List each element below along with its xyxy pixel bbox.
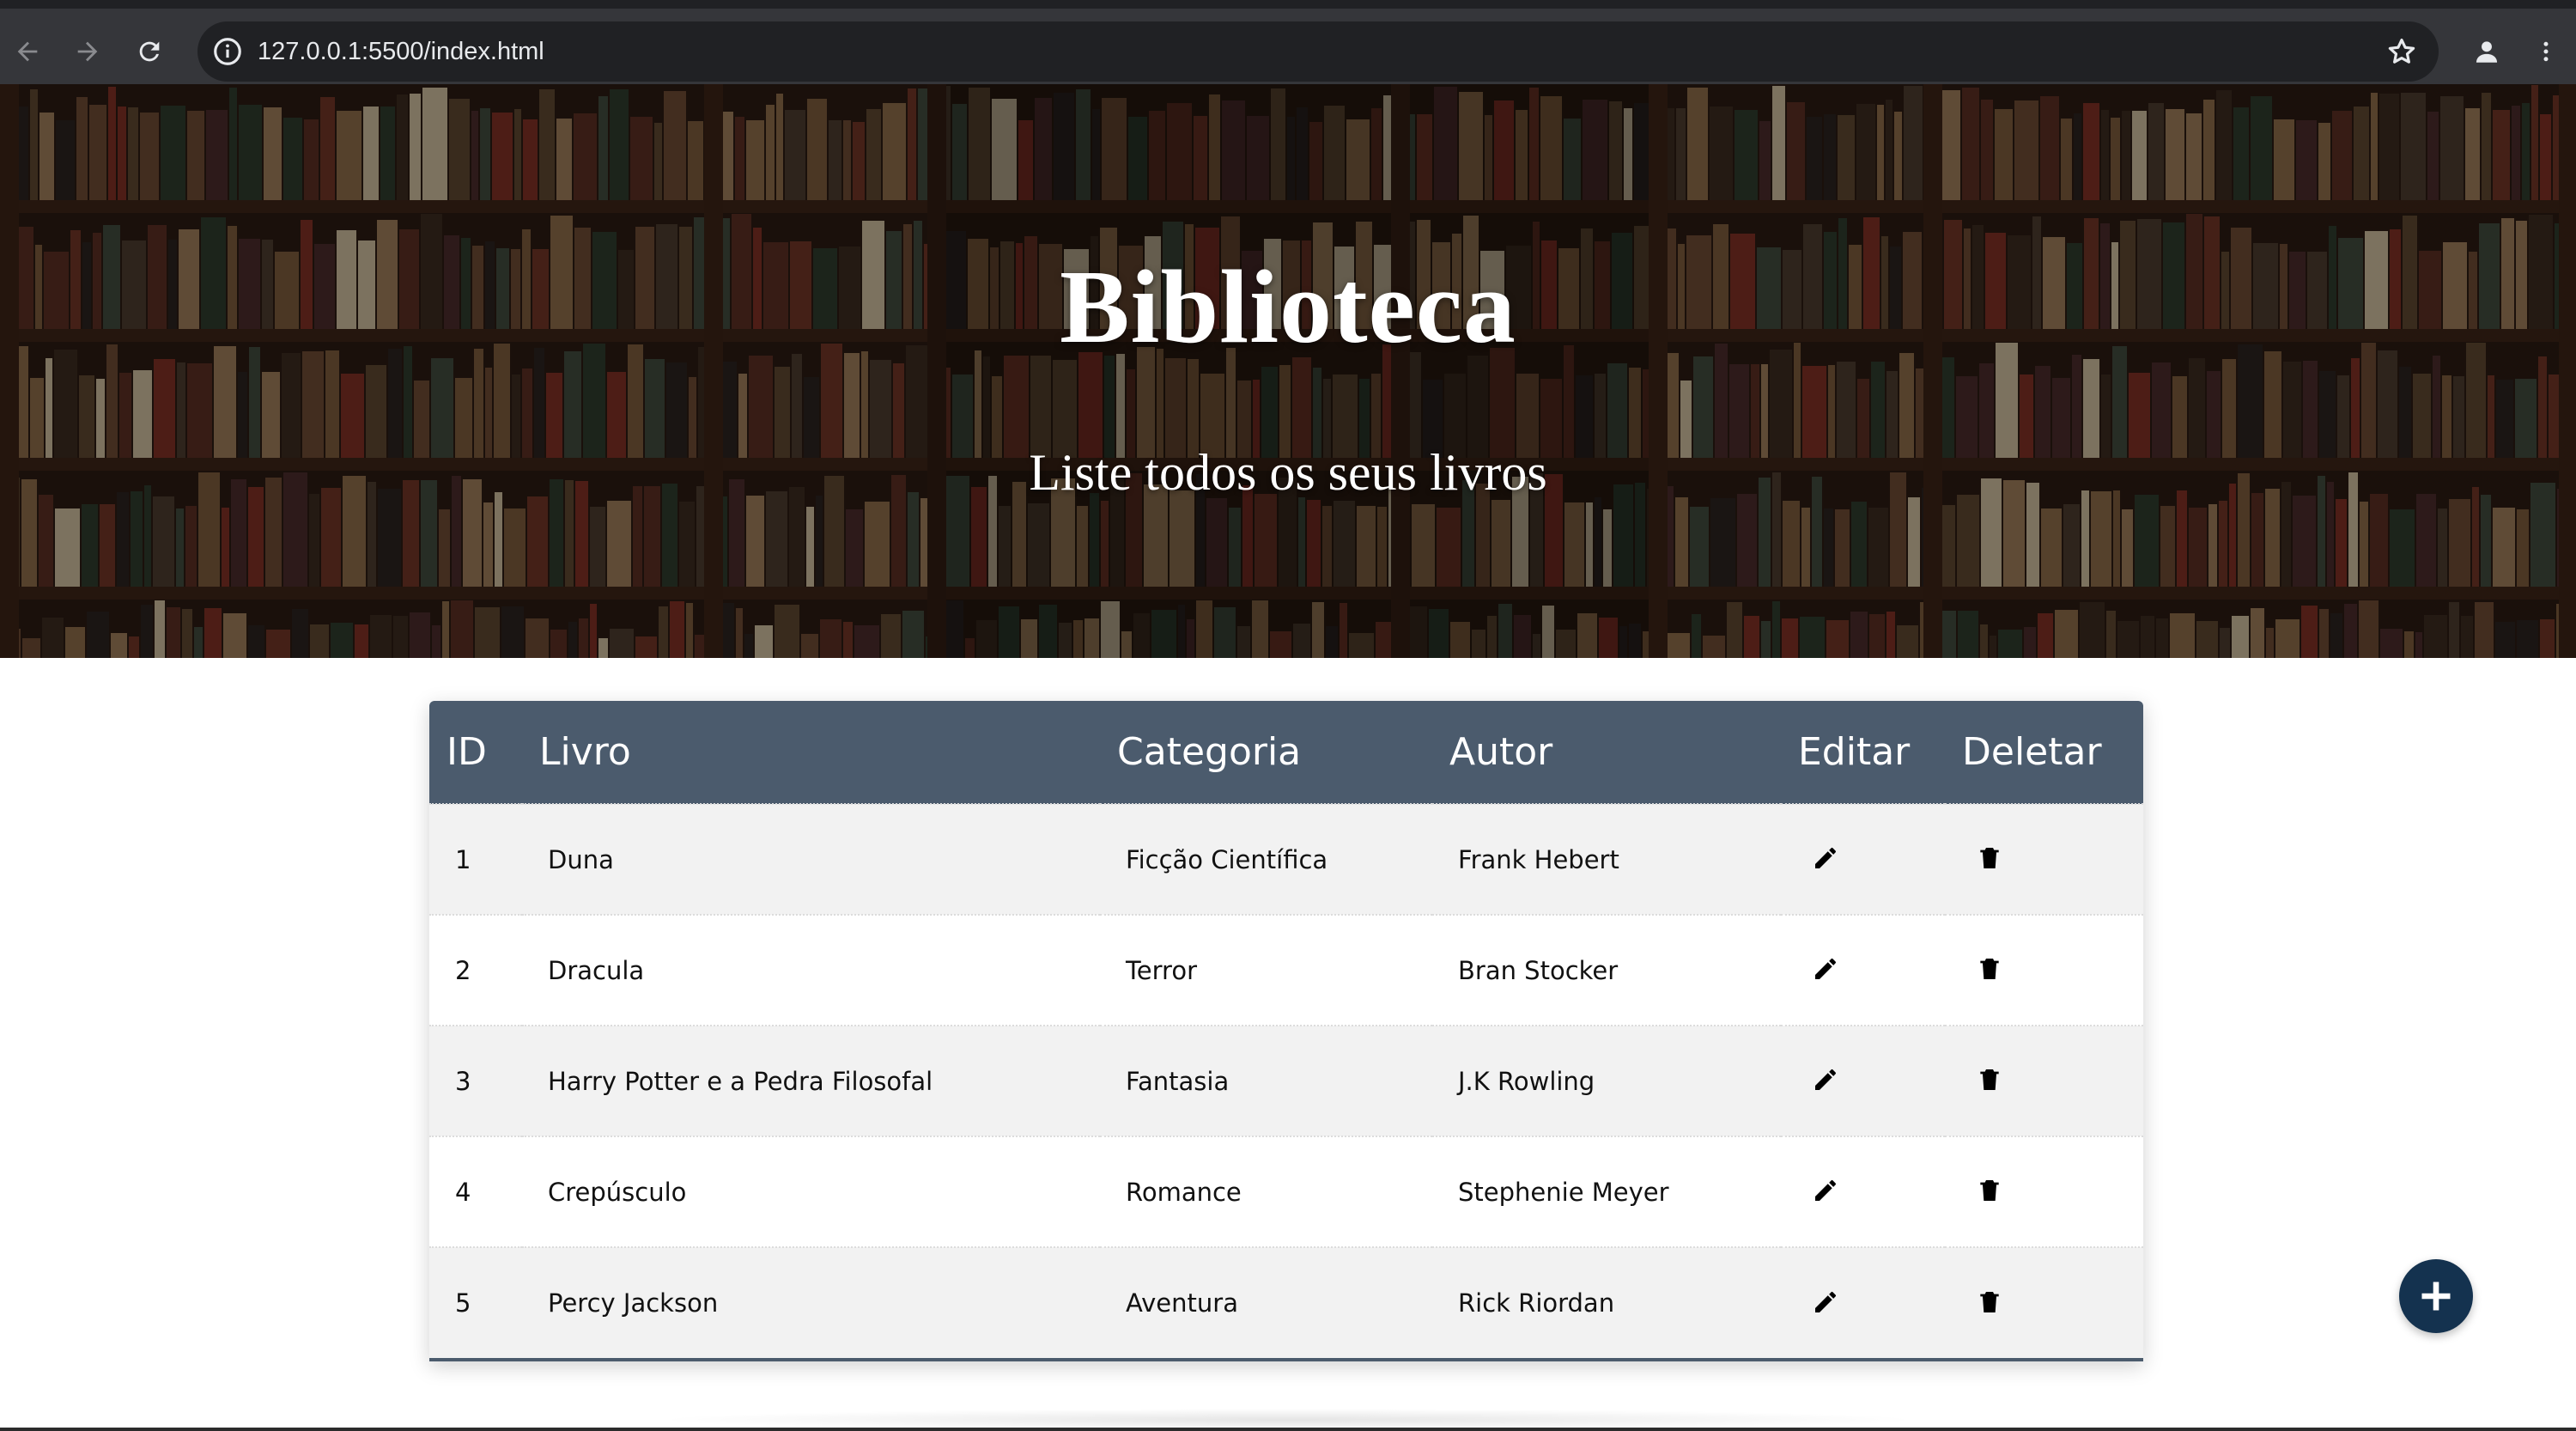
cell-autor: Stephenie Meyer: [1458, 1177, 1669, 1207]
edit-button[interactable]: [1808, 841, 1843, 875]
back-arrow-icon: [17, 41, 38, 62]
cell-autor: J.K Rowling: [1458, 1066, 1595, 1096]
window-bottom-edge: [0, 1428, 2576, 1431]
table-row: 1 Duna Ficção Científica Frank Hebert: [429, 804, 2143, 915]
url-text[interactable]: 127.0.0.1:5500/index.html: [258, 21, 544, 82]
pencil-icon: [1815, 847, 1836, 868]
cell-livro: Crepúsculo: [548, 1177, 687, 1207]
cell-livro: Percy Jackson: [548, 1288, 719, 1318]
trash-icon: [1980, 1069, 1999, 1090]
trash-icon: [1980, 959, 1999, 979]
cell-categoria: Romance: [1126, 1177, 1242, 1207]
address-bar[interactable]: 127.0.0.1:5500/index.html: [197, 21, 2439, 82]
trash-icon: [1980, 848, 1999, 868]
cell-autor: Bran Stocker: [1458, 955, 1619, 985]
pencil-icon: [1815, 1291, 1836, 1312]
delete-button[interactable]: [1972, 1063, 2007, 1097]
add-book-button[interactable]: [2399, 1259, 2473, 1333]
cell-deletar: [1945, 804, 2143, 915]
cell-livro: Dracula: [548, 955, 645, 985]
cell-editar: [1781, 1026, 1945, 1136]
cell-deletar: [1945, 1247, 2143, 1358]
pencil-icon: [1815, 958, 1836, 979]
pencil-icon: [1815, 1069, 1836, 1090]
reload-icon: [139, 41, 160, 62]
edit-button[interactable]: [1808, 1173, 1843, 1208]
cell-deletar: [1945, 1026, 2143, 1136]
cell-id: 4: [455, 1177, 471, 1207]
cell-id: 5: [455, 1288, 471, 1318]
cell-editar: [1781, 1136, 1945, 1247]
trash-icon: [1980, 1180, 1999, 1201]
menu-dots-icon: [2543, 41, 2549, 62]
cell-categoria: Fantasia: [1126, 1066, 1230, 1096]
cell-livro: Harry Potter e a Pedra Filosofal: [548, 1066, 933, 1096]
cell-id: 2: [455, 955, 471, 985]
delete-button[interactable]: [1972, 841, 2007, 875]
cell-deletar: [1945, 915, 2143, 1026]
reload-button[interactable]: [124, 26, 175, 77]
cell-autor: Rick Riordan: [1458, 1288, 1615, 1318]
bookmark-star-icon[interactable]: [2385, 35, 2418, 68]
page-title: Biblioteca: [1060, 249, 1516, 365]
delete-button[interactable]: [1972, 1173, 2007, 1208]
table-header-row: ID Livro Categoria Autor Editar Deletar: [429, 701, 2143, 804]
cell-categoria: Terror: [1126, 955, 1197, 985]
hero-banner: Biblioteca Liste todos os seus livros: [0, 84, 2576, 658]
cell-editar: [1781, 915, 1945, 1026]
cell-categoria: Ficção Científica: [1126, 844, 1328, 874]
header-id: ID: [447, 730, 487, 774]
delete-button[interactable]: [1972, 1285, 2007, 1319]
header-editar: Editar: [1798, 730, 1911, 774]
cell-deletar: [1945, 1136, 2143, 1247]
plus-icon: [2421, 1282, 2451, 1311]
cell-id: 3: [455, 1066, 471, 1096]
header-livro: Livro: [539, 730, 631, 774]
cell-categoria: Aventura: [1126, 1288, 1238, 1318]
profile-button[interactable]: [2463, 27, 2511, 76]
back-button[interactable]: [2, 26, 53, 77]
delete-button[interactable]: [1972, 952, 2007, 986]
browser-menu-button[interactable]: [2524, 27, 2567, 76]
table-row: 5 Percy Jackson Aventura Rick Riordan: [429, 1247, 2143, 1358]
header-deletar: Deletar: [1962, 730, 2102, 774]
hero-overlay: [0, 84, 2576, 658]
profile-icon: [2476, 41, 2498, 63]
cell-editar: [1781, 1247, 1945, 1358]
cell-id: 1: [455, 844, 471, 874]
edit-button[interactable]: [1808, 1285, 1843, 1319]
books-table-container: ID Livro Categoria Autor Editar Deletar …: [429, 701, 2143, 1361]
cell-editar: [1781, 804, 1945, 915]
site-info-icon[interactable]: [211, 35, 244, 68]
cell-autor: Frank Hebert: [1458, 844, 1619, 874]
books-table: ID Livro Categoria Autor Editar Deletar …: [429, 701, 2143, 1358]
edit-button[interactable]: [1808, 1063, 1843, 1097]
table-row: 4 Crepúsculo Romance Stephenie Meyer: [429, 1136, 2143, 1247]
pencil-icon: [1815, 1179, 1836, 1201]
forward-arrow-icon: [77, 41, 98, 62]
browser-toolbar: 127.0.0.1:5500/index.html: [0, 0, 2576, 84]
page-subtitle: Liste todos os seus livros: [1029, 444, 1547, 501]
table-row: 3 Harry Potter e a Pedra Filosofal Fanta…: [429, 1026, 2143, 1136]
cell-livro: Duna: [548, 844, 614, 874]
edit-button[interactable]: [1808, 952, 1843, 986]
header-autor: Autor: [1449, 730, 1553, 774]
header-categoria: Categoria: [1117, 730, 1302, 774]
forward-button[interactable]: [62, 26, 113, 77]
trash-icon: [1980, 1291, 1999, 1312]
table-row: 2 Dracula Terror Bran Stocker: [429, 915, 2143, 1026]
